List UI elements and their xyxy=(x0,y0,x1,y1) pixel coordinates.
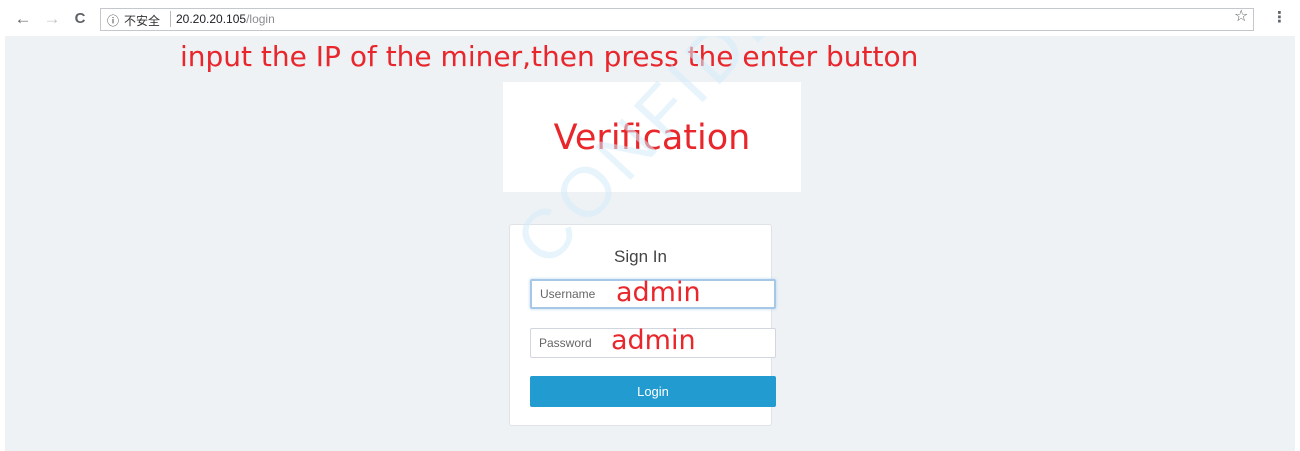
bookmark-star-icon[interactable]: ☆ xyxy=(1234,6,1248,25)
info-icon[interactable]: ⓘ xyxy=(107,12,119,29)
sign-in-card: Sign In admin admin Login xyxy=(509,224,776,426)
url-host: 20.20.20.105 xyxy=(176,12,247,26)
browser-toolbar: ← → C ⓘ 不安全 20.20.20.105/login ☆ ⋮ xyxy=(0,0,1300,36)
address-url[interactable]: 20.20.20.105/login xyxy=(176,12,275,26)
password-field[interactable]: admin xyxy=(530,325,776,358)
address-divider xyxy=(170,11,171,27)
verification-box: Verification xyxy=(503,82,801,192)
page-viewport: input the IP of the miner,then press the… xyxy=(5,36,1295,451)
security-label[interactable]: 不安全 xyxy=(124,12,160,29)
password-input[interactable] xyxy=(531,329,775,357)
sign-in-title: Sign In xyxy=(614,247,667,266)
username-input[interactable] xyxy=(532,281,774,307)
reload-icon[interactable]: C xyxy=(71,9,89,29)
menu-icon[interactable]: ⋮ xyxy=(1272,8,1287,26)
forward-icon[interactable]: → xyxy=(43,9,61,29)
login-button[interactable]: Login xyxy=(530,376,776,407)
instruction-annotation: input the IP of the miner,then press the… xyxy=(180,40,919,73)
address-bar[interactable]: ⓘ 不安全 20.20.20.105/login xyxy=(100,8,1254,31)
username-field[interactable]: admin xyxy=(530,277,776,309)
url-path: /login xyxy=(246,12,275,26)
back-icon[interactable]: ← xyxy=(14,9,32,29)
verification-label: Verification xyxy=(553,118,751,158)
